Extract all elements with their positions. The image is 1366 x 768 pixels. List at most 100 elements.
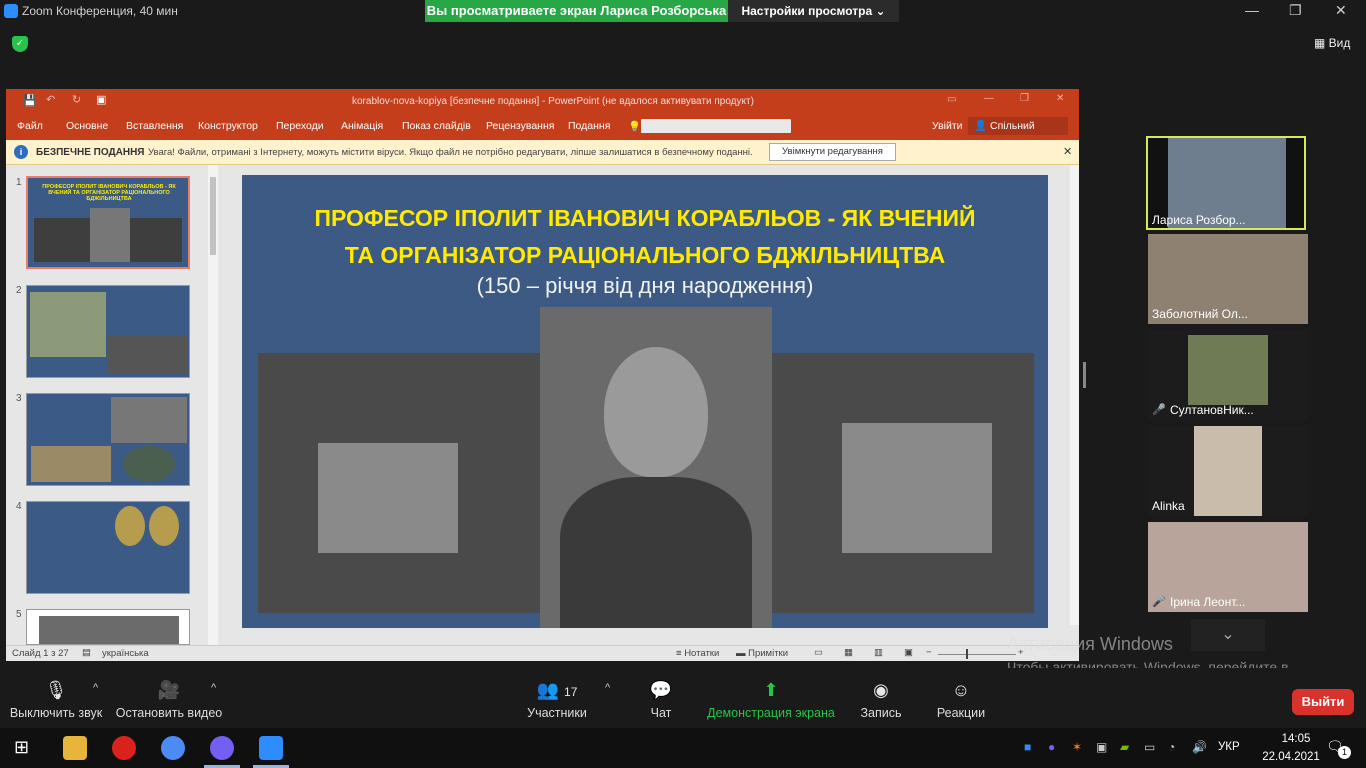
zoom-app-icon[interactable] (259, 736, 283, 760)
professor-portrait-photo (540, 307, 772, 628)
tab-review[interactable]: Рецензування (486, 120, 554, 132)
keyboard-language[interactable]: УКР (1218, 741, 1240, 753)
thumb3-image-b (31, 446, 111, 482)
tray-volume-icon[interactable]: 🔊 (1192, 740, 1207, 754)
participants-button[interactable]: 👥 17 Участники (524, 668, 590, 720)
clock-time[interactable]: 14:05 (1266, 733, 1326, 745)
tell-me-search-input[interactable] (641, 119, 791, 133)
tab-home[interactable]: Основне (66, 120, 108, 132)
mute-button[interactable]: 🎙 Выключить звук (8, 668, 104, 720)
ppt-minimize-icon[interactable]: — (984, 93, 994, 104)
audio-options-chevron-icon[interactable]: ^ (93, 682, 98, 694)
share-screen-button[interactable]: ⬆ Демонстрация экрана (706, 668, 836, 720)
lightbulb-icon[interactable]: 💡 (628, 120, 641, 133)
tray-zoom-icon[interactable]: ■ (1024, 740, 1031, 754)
participant-video (1188, 335, 1268, 405)
tab-file[interactable]: Файл (17, 120, 43, 132)
zoom-slider[interactable] (938, 654, 1016, 655)
enable-editing-button[interactable]: Увімкнути редагування (769, 143, 896, 161)
slide-title-line-1: ПРОФЕСОР ІПОЛИТ ІВАНОВИЧ КОРАБЛЬОВ - ЯК … (314, 205, 976, 231)
slide-thumbnail-5[interactable] (26, 609, 190, 645)
windows-start-icon[interactable]: ⊞ (14, 737, 29, 758)
panel-resize-handle[interactable] (1083, 362, 1086, 388)
thumbnails-scroll-thumb[interactable] (210, 177, 216, 255)
windows-taskbar: ⊞ ■ ● ✶ ▣ ▰ ▭ ◔ 🔊 УКР 14:05 22.04.2021 🗨… (0, 728, 1366, 768)
protected-close-icon[interactable]: ✕ (1063, 145, 1072, 158)
viber-icon[interactable] (210, 736, 234, 760)
leave-meeting-button[interactable]: Выйти (1292, 689, 1354, 715)
participant-tile-active[interactable]: Лариса Розбор... (1146, 136, 1306, 230)
normal-view-icon[interactable]: ▭ (814, 647, 823, 658)
encryption-shield-icon[interactable]: ✓ (12, 36, 28, 52)
current-slide[interactable]: ПРОФЕСОР ІПОЛИТ ІВАНОВИЧ КОРАБЛЬОВ - ЯК … (242, 175, 1048, 628)
grid-icon: ▦ (1314, 36, 1329, 50)
tray-viber-icon[interactable]: ● (1048, 740, 1055, 754)
chevron-down-icon[interactable]: ⌄ (1191, 619, 1265, 651)
tray-wifi-icon[interactable]: ◔ (1168, 740, 1175, 754)
slide-thumbnail-2[interactable] (26, 285, 190, 378)
maximize-icon[interactable]: ❐ (1289, 2, 1302, 19)
minimize-icon[interactable]: — (1245, 2, 1259, 18)
slideshow-view-icon[interactable]: ▣ (904, 647, 913, 658)
participant-tile[interactable]: 🎤 Ірина Леонт... (1148, 522, 1308, 612)
comments-label: Примітки (748, 648, 789, 659)
tray-network-app-icon[interactable]: ▣ (1096, 740, 1107, 754)
person-icon: 👤 (974, 120, 990, 132)
undo-icon[interactable]: ↶ (46, 93, 55, 106)
record-icon: ◉ (873, 680, 889, 700)
participant-tile[interactable]: Alinka (1148, 426, 1308, 516)
sorter-view-icon[interactable]: ▦ (844, 647, 853, 658)
thumb-number: 2 (16, 285, 22, 296)
stop-video-button[interactable]: 🎥 Остановить видео (114, 668, 224, 720)
chat-button[interactable]: 💬 Чат (636, 668, 686, 720)
slide-scrollbar[interactable] (1070, 165, 1079, 625)
tray-battery-icon[interactable]: ▭ (1144, 740, 1155, 754)
zoom-slider-thumb[interactable] (966, 649, 968, 659)
opera-icon[interactable] (112, 736, 136, 760)
comments-button[interactable]: ▬ Примітки (736, 648, 788, 659)
slide-thumbnail-1[interactable]: ПРОФЕСОР ІПОЛИТ ІВАНОВИЧ КОРАБЛЬОВ - ЯК … (26, 176, 190, 269)
tab-design[interactable]: Конструктор (198, 120, 258, 132)
tab-slideshow[interactable]: Показ слайдів (402, 120, 471, 132)
video-options-chevron-icon[interactable]: ^ (211, 682, 216, 694)
view-options-button[interactable]: Настройки просмотра ⌄ (728, 0, 899, 22)
file-explorer-icon[interactable] (63, 736, 87, 760)
present-icon[interactable]: ▣ (96, 93, 106, 106)
thumb-number: 1 (16, 177, 22, 188)
view-button[interactable]: ▦ Вид (1314, 36, 1350, 50)
save-icon[interactable]: 💾 (23, 94, 37, 107)
tab-insert[interactable]: Вставлення (126, 120, 183, 132)
mute-label: Выключить звук (9, 706, 103, 720)
thumb5-image (39, 616, 179, 644)
ppt-close-icon[interactable]: ✕ (1056, 93, 1064, 104)
tray-nvidia-icon[interactable]: ▰ (1120, 740, 1129, 754)
tab-animations[interactable]: Анімація (341, 120, 383, 132)
spellcheck-icon[interactable]: ▤ (82, 647, 91, 658)
reactions-button[interactable]: ☺ Реакции (932, 668, 990, 720)
ribbon-options-icon[interactable]: ▭ (947, 94, 956, 105)
participant-tile[interactable]: 🎤 СултановНик... (1148, 330, 1308, 420)
reading-view-icon[interactable]: ▥ (874, 647, 883, 658)
notes-button[interactable]: ≡ Нотатки (676, 648, 719, 659)
ppt-ribbon-tabs: Файл Основне Вставлення Конструктор Пере… (6, 113, 1079, 150)
share-button[interactable]: 👤 Спільний доступ (968, 117, 1068, 150)
close-icon[interactable]: ✕ (1335, 2, 1347, 19)
participant-name: Alinka (1152, 499, 1185, 513)
clock-date[interactable]: 22.04.2021 (1256, 751, 1326, 763)
language-indicator[interactable]: українська (102, 648, 149, 659)
slide-thumbnail-3[interactable] (26, 393, 190, 486)
slide-thumbnail-4[interactable] (26, 501, 190, 594)
participants-chevron-icon[interactable]: ^ (605, 682, 610, 694)
tab-view[interactable]: Подання (568, 120, 610, 132)
tray-avast-icon[interactable]: ✶ (1072, 740, 1082, 754)
signin-link[interactable]: Увійти (932, 120, 963, 132)
tab-transitions[interactable]: Переходи (276, 120, 324, 132)
apiary-photo-left (258, 353, 540, 613)
record-button[interactable]: ◉ Запись (854, 668, 908, 720)
redo-icon[interactable]: ↻ (72, 93, 81, 106)
chrome-icon[interactable] (161, 736, 185, 760)
ppt-maximize-icon[interactable]: ❐ (1020, 93, 1029, 104)
shield-info-icon: i (14, 145, 28, 159)
participant-tile[interactable]: Заболотний Ол... (1148, 234, 1308, 324)
zoom-out-icon[interactable]: − (926, 647, 932, 658)
